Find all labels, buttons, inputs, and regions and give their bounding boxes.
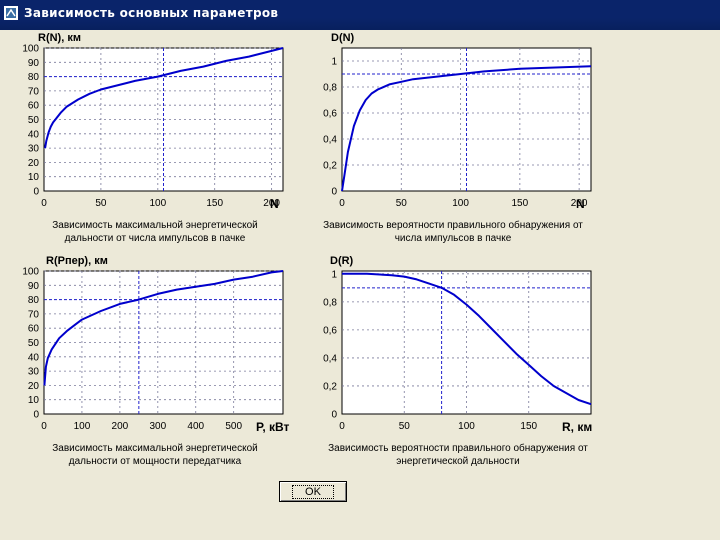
ok-button[interactable]: OK [279, 481, 347, 502]
title-bar: Зависимость основных параметров [0, 0, 720, 30]
x-axis-label: N [576, 197, 585, 211]
y-tick-label: 50 [28, 338, 40, 349]
caption-line: Зависимость максимальной энергетической [52, 220, 258, 231]
y-tick-label: 30 [28, 144, 40, 155]
x-tick-label: 100 [458, 421, 475, 432]
caption-line: дальности от числа импульсов в пачке [64, 233, 246, 244]
x-tick-label: 0 [41, 421, 47, 432]
caption-line: Зависимость вероятности правильного обна… [323, 220, 583, 231]
x-axis-label: N [270, 197, 279, 211]
x-tick-label: 50 [95, 198, 107, 209]
x-axis-label: R, км [562, 420, 592, 434]
caption-probability-vs-pulses: Зависимость вероятности правильного обна… [303, 219, 603, 245]
y-tick-label: 0,8 [323, 83, 337, 94]
x-tick-label: 50 [399, 421, 411, 432]
y-tick-label: 0 [33, 410, 39, 421]
y-tick-label: 100 [22, 44, 39, 55]
y-tick-label: 60 [28, 324, 40, 335]
caption-range-vs-pulses: Зависимость максимальной энергетической … [5, 219, 305, 245]
x-tick-label: 50 [396, 198, 408, 209]
chart-range-vs-pulses: 0 50 100 150 2000102030405060708090100R(N), … [22, 32, 284, 211]
y-tick-label: 80 [28, 295, 40, 306]
y-tick-label: 70 [28, 86, 40, 97]
window-title: Зависимость основных параметров [24, 6, 279, 20]
x-tick-label: 150 [206, 198, 223, 209]
y-tick-label: 90 [28, 58, 40, 69]
y-tick-label: 0,6 [323, 325, 337, 336]
y-tick-label: 0,8 [323, 297, 337, 308]
y-tick-label: 0 [33, 187, 39, 198]
y-tick-label: 100 [22, 267, 39, 278]
y-tick-label: 40 [28, 352, 40, 363]
x-tick-label: 100 [74, 421, 91, 432]
chart-title: D(N) [331, 32, 355, 44]
chart-probability-vs-pulses: 0 50 100 150 20000,20,40,60,81D(N)N [323, 32, 592, 211]
x-tick-label: 150 [512, 198, 529, 209]
y-tick-label: 50 [28, 115, 40, 126]
x-tick-label: 0 [339, 421, 345, 432]
caption-line: Зависимость вероятности правильного обна… [328, 443, 588, 454]
caption-line: дальности от мощности передатчика [68, 456, 242, 467]
y-tick-label: 20 [28, 158, 40, 169]
y-tick-label: 30 [28, 367, 40, 378]
y-tick-label: 0,2 [323, 381, 337, 392]
y-tick-label: 0 [331, 410, 337, 421]
chart-range-vs-power: 0 100 200 300 400 500 0 10 20 30 40 50 60 70 80 90 100 R(… [22, 255, 290, 434]
y-tick-label: 0,6 [323, 109, 337, 120]
caption-line: Зависимость максимальной энергетической [52, 443, 258, 454]
y-tick-label: 60 [28, 101, 40, 112]
y-tick-label: 0,4 [323, 135, 337, 146]
y-tick-label: 10 [28, 172, 40, 183]
y-tick-label: 10 [28, 395, 40, 406]
y-tick-label: 0,4 [323, 353, 337, 364]
caption-range-vs-power: Зависимость максимальной энергетической … [5, 442, 305, 468]
y-tick-label: 90 [28, 281, 40, 292]
chart-title: R(N), км [38, 32, 81, 44]
x-tick-label: 500 [225, 421, 242, 432]
chart-title: D(R) [330, 255, 354, 267]
x-tick-label: 200 [112, 421, 129, 432]
x-tick-label: 300 [149, 421, 166, 432]
x-tick-label: 150 [520, 421, 537, 432]
x-tick-label: 0 [339, 198, 345, 209]
x-tick-label: 100 [149, 198, 166, 209]
y-tick-label: 20 [28, 381, 40, 392]
caption-line: числа импульсов в пачке [394, 233, 512, 244]
y-tick-label: 70 [28, 309, 40, 320]
y-tick-label: 0,2 [323, 161, 337, 172]
x-axis-label: Р, кВт [256, 420, 290, 434]
y-tick-label: 1 [331, 269, 337, 280]
y-tick-label: 1 [331, 57, 337, 68]
chart-title: R(Рпер), км [46, 255, 108, 267]
x-tick-label: 0 [41, 198, 47, 209]
chart-probability-vs-range: 0 50 100 150 0 0,2 0,4 0,6 0,8 1 D(R) R, км [323, 255, 592, 434]
y-tick-label: 0 [331, 187, 337, 198]
x-tick-label: 400 [187, 421, 204, 432]
y-tick-label: 80 [28, 72, 40, 83]
ok-button-label: OK [292, 484, 334, 499]
x-tick-label: 100 [452, 198, 469, 209]
caption-line: энергетической дальности [396, 456, 520, 467]
app-icon [4, 6, 18, 20]
y-tick-label: 40 [28, 129, 40, 140]
caption-probability-vs-range: Зависимость вероятности правильного обна… [308, 442, 608, 468]
